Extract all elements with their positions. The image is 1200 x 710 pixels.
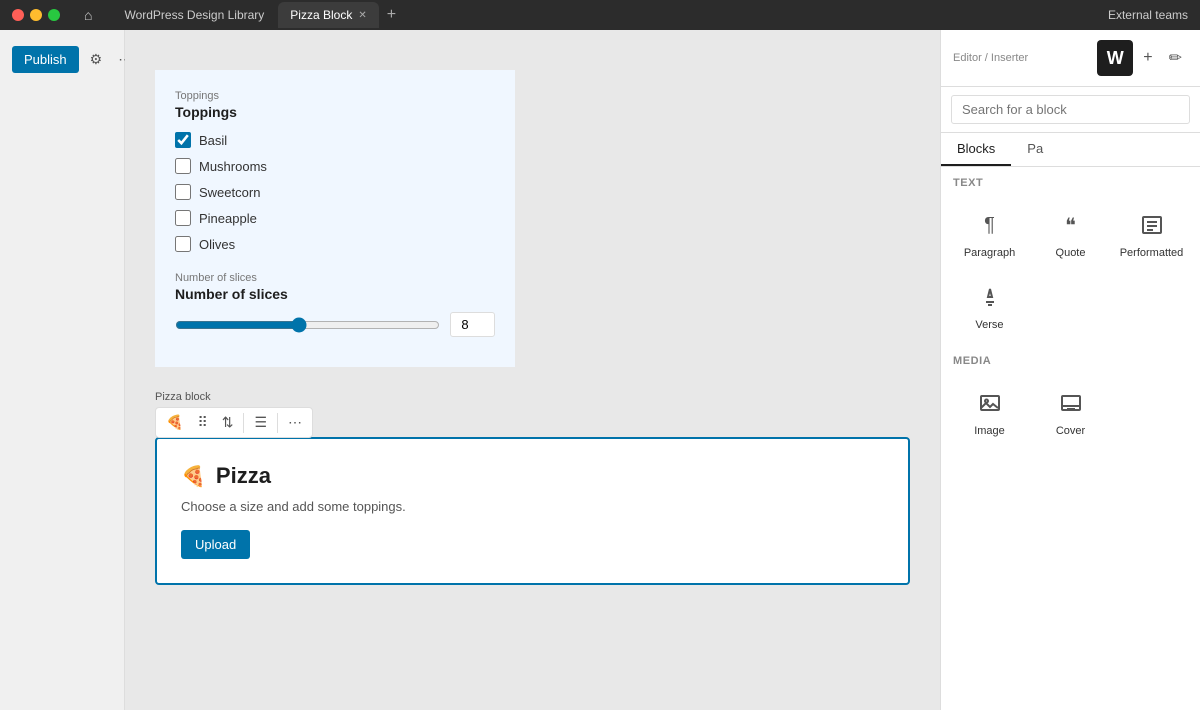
move-up-down-button[interactable]: ⇅: [216, 410, 240, 435]
blocks-tabs: Blocks Pa: [941, 133, 1200, 167]
text-blocks-grid: ¶ Paragraph ❝ Quote Performatted: [941, 193, 1200, 345]
pizza-block-content: 🍕 Pizza Choose a size and add some toppi…: [155, 437, 910, 585]
block-item-cover[interactable]: Cover: [1030, 375, 1111, 447]
block-item-verse[interactable]: Verse: [949, 269, 1030, 341]
arrows-icon: ⇅: [222, 414, 234, 431]
editor-inserter-label: Editor / Inserter: [953, 52, 1028, 64]
quote-label: Quote: [1056, 247, 1086, 259]
topping-pineapple-label: Pineapple: [199, 211, 257, 226]
topping-olives[interactable]: Olives: [175, 236, 495, 252]
block-sidebar: Toppings Toppings Basil Mushrooms Sweetc…: [155, 70, 515, 367]
quote-icon: ❝: [1053, 207, 1089, 243]
topping-pineapple-checkbox[interactable]: [175, 210, 191, 226]
insert-block-button[interactable]: +: [1137, 40, 1158, 76]
topping-sweetcorn-label: Sweetcorn: [199, 185, 260, 200]
pizza-block-icon: 🍕: [181, 464, 206, 489]
left-toolbar: Publish ⚙ ⋯: [0, 30, 125, 710]
toppings-section-label: Toppings: [175, 90, 495, 102]
preformatted-icon: [1134, 207, 1170, 243]
verse-label: Verse: [975, 319, 1003, 331]
slices-section-label: Number of slices: [175, 272, 495, 284]
paragraph-label: Paragraph: [964, 247, 1015, 259]
title-bar: ⌂ WordPress Design Library Pizza Block ✕…: [0, 0, 1200, 30]
cover-label: Cover: [1056, 425, 1085, 437]
topping-olives-label: Olives: [199, 237, 235, 252]
toolbar-separator-2: [277, 413, 278, 433]
topping-sweetcorn-checkbox[interactable]: [175, 184, 191, 200]
topping-basil-label: Basil: [199, 133, 227, 148]
window-controls: [12, 9, 60, 21]
topping-basil[interactable]: Basil: [175, 132, 495, 148]
paragraph-icon: ¶: [972, 207, 1008, 243]
cover-icon: [1053, 385, 1089, 421]
tab-pizza-block[interactable]: Pizza Block ✕: [278, 2, 378, 28]
image-icon: [972, 385, 1008, 421]
slices-slider[interactable]: [175, 317, 440, 333]
right-panel: Editor / Inserter W + ✏ Blocks Pa TEXT ¶…: [940, 30, 1200, 710]
minimize-button[interactable]: [30, 9, 42, 21]
right-panel-header: Editor / Inserter W + ✏: [941, 30, 1200, 87]
topping-mushrooms-checkbox[interactable]: [175, 158, 191, 174]
block-label: Pizza block: [155, 391, 910, 403]
topping-mushrooms-label: Mushrooms: [199, 159, 267, 174]
toolbar-separator: [243, 413, 244, 433]
upload-button[interactable]: Upload: [181, 530, 250, 559]
slices-section: Number of slices Number of slices: [175, 272, 495, 337]
settings-button[interactable]: ⚙: [85, 46, 108, 73]
toppings-section-title: Toppings: [175, 104, 495, 120]
align-icon: ☰: [254, 414, 267, 431]
tab-patterns[interactable]: Pa: [1011, 133, 1059, 166]
text-section-label: TEXT: [941, 167, 1200, 193]
topping-sweetcorn[interactable]: Sweetcorn: [175, 184, 495, 200]
toolbar-actions: Publish ⚙ ⋯: [8, 42, 141, 77]
external-teams-label: External teams: [1108, 8, 1188, 22]
slices-control-row: [175, 312, 495, 337]
editor-canvas: Toppings Toppings Basil Mushrooms Sweetc…: [125, 30, 940, 710]
home-icon[interactable]: ⌂: [84, 7, 92, 23]
verse-icon: [972, 279, 1008, 315]
add-tab-button[interactable]: +: [381, 6, 402, 24]
tab-close-icon[interactable]: ✕: [358, 10, 366, 21]
media-blocks-grid: Image Cover: [941, 371, 1200, 451]
pizza-block-container: Pizza block 🍕 ⠿ ⇅ ☰ ⋯: [155, 391, 910, 585]
gear-icon: ⚙: [90, 51, 103, 68]
ellipsis-icon: ⋯: [288, 414, 302, 431]
pencil-icon-button[interactable]: ✏: [1163, 40, 1188, 76]
align-button[interactable]: ☰: [248, 410, 273, 435]
media-section-label: MEDIA: [941, 345, 1200, 371]
main-layout: Publish ⚙ ⋯ Toppings Toppings Basil: [0, 30, 1200, 710]
maximize-button[interactable]: [48, 9, 60, 21]
pizza-title: Pizza: [216, 463, 271, 489]
close-button[interactable]: [12, 9, 24, 21]
more-block-options-button[interactable]: ⋯: [282, 410, 308, 435]
wp-logo: W: [1097, 40, 1133, 76]
pizza-toolbar-icon: 🍕: [166, 414, 183, 431]
topping-mushrooms[interactable]: Mushrooms: [175, 158, 495, 174]
topping-olives-checkbox[interactable]: [175, 236, 191, 252]
drag-handle-button[interactable]: ⠿: [191, 410, 213, 435]
tab-wordpress-design-library[interactable]: WordPress Design Library: [112, 2, 276, 28]
drag-icon: ⠿: [197, 414, 207, 431]
block-item-paragraph[interactable]: ¶ Paragraph: [949, 197, 1030, 269]
slices-number-input[interactable]: [450, 312, 495, 337]
block-toolbar: 🍕 ⠿ ⇅ ☰ ⋯: [155, 407, 313, 438]
preformatted-label: Performatted: [1120, 247, 1184, 259]
panel-header-icons: W + ✏: [1097, 40, 1188, 76]
block-item-quote[interactable]: ❝ Quote: [1030, 197, 1111, 269]
toppings-section: Toppings Toppings Basil Mushrooms Sweetc…: [175, 90, 495, 252]
pizza-header: 🍕 Pizza: [181, 463, 884, 489]
publish-button[interactable]: Publish: [12, 46, 79, 73]
tab-blocks[interactable]: Blocks: [941, 133, 1011, 166]
pizza-icon-button[interactable]: 🍕: [160, 410, 189, 435]
topping-basil-checkbox[interactable]: [175, 132, 191, 148]
block-item-image[interactable]: Image: [949, 375, 1030, 447]
slices-section-title: Number of slices: [175, 286, 495, 302]
pizza-description: Choose a size and add some toppings.: [181, 499, 884, 514]
search-input[interactable]: [951, 95, 1190, 124]
topping-pineapple[interactable]: Pineapple: [175, 210, 495, 226]
search-bar: [941, 87, 1200, 133]
title-tabs: WordPress Design Library Pizza Block ✕ +: [112, 2, 402, 28]
block-item-preformatted[interactable]: Performatted: [1111, 197, 1192, 269]
image-label: Image: [974, 425, 1005, 437]
